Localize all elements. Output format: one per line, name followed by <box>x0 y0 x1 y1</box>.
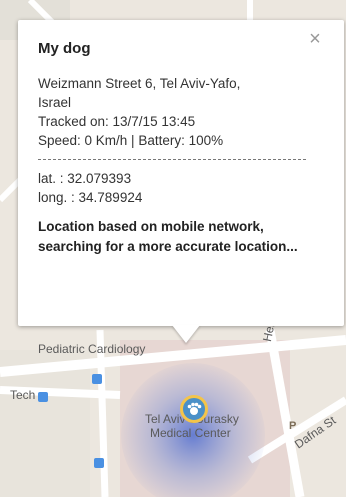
address-line-2: Israel <box>38 95 72 110</box>
longitude: long. : 34.789924 <box>38 190 143 205</box>
poi-label-tech[interactable]: Tech <box>10 388 35 402</box>
address-line-1: Weizmann Street 6, Tel Aviv-Yafo, <box>38 76 241 91</box>
tracked-on: Tracked on: 13/7/15 13:45 <box>38 114 196 129</box>
speed-battery: Speed: 0 Km/h | Battery: 100% <box>38 133 224 148</box>
map-view[interactable]: Pediatric Cardiology Tech Tel Aviv Soura… <box>0 0 346 497</box>
close-icon[interactable]: × <box>304 28 326 50</box>
location-status: Location based on mobile network, search… <box>38 219 298 254</box>
popup-title: My dog <box>38 40 91 57</box>
divider <box>38 159 306 160</box>
parking-sign: P <box>289 420 297 432</box>
paw-icon <box>187 402 202 415</box>
popup-body: Weizmann Street 6, Tel Aviv-Yafo, Israel… <box>38 74 328 257</box>
info-popup: My dog × Weizmann Street 6, Tel Aviv-Yaf… <box>18 20 344 326</box>
poi-label-hospital-2[interactable]: Medical Center <box>150 426 231 440</box>
paw-marker-icon[interactable] <box>180 395 208 423</box>
poi-label-pediatric[interactable]: Pediatric Cardiology <box>38 342 145 356</box>
latitude: lat. : 32.079393 <box>38 171 132 186</box>
popup-tail <box>172 325 200 343</box>
